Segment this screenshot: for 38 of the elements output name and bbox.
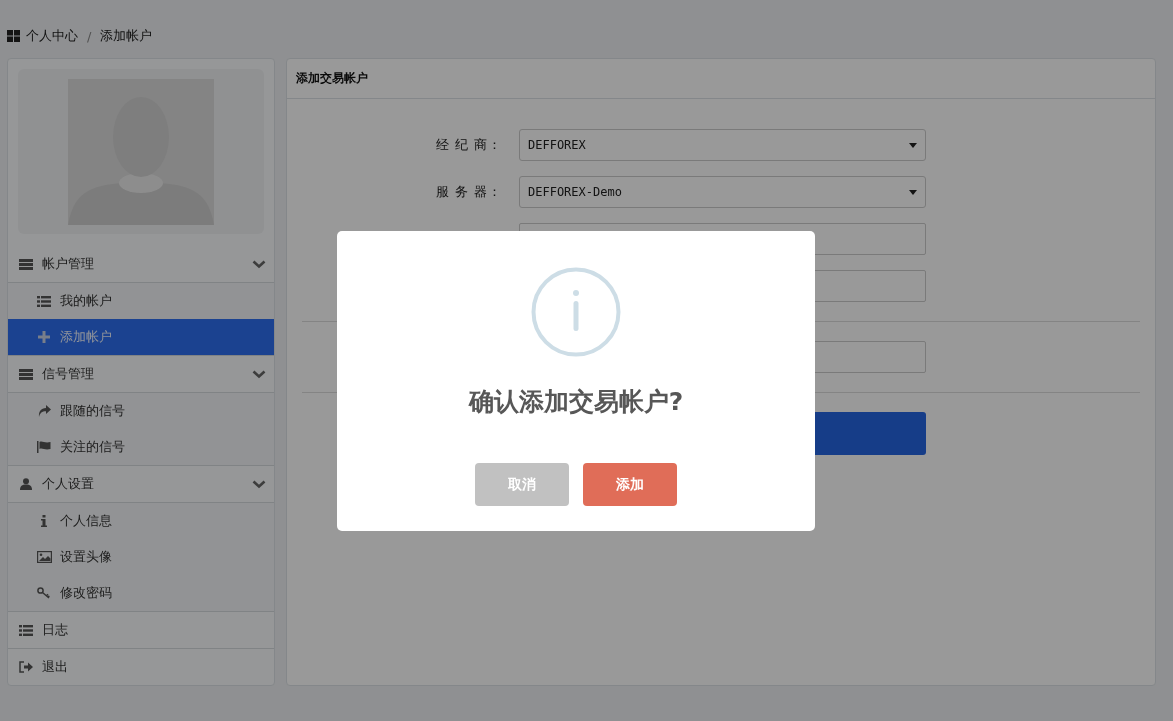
chevron-down-icon[interactable]: [252, 259, 266, 269]
menu-group-item[interactable]: 退出: [8, 649, 274, 685]
field-label: 服 务 器：: [434, 183, 502, 201]
flag-icon: [37, 441, 51, 453]
list-icon: [19, 624, 33, 636]
breadcrumb-item[interactable]: 个人中心: [26, 27, 78, 45]
dialog-title: 确认添加交易帐户?: [468, 386, 684, 418]
menu-item[interactable]: 修改密码: [8, 575, 274, 611]
caret-icon: [909, 142, 917, 148]
list-icon: [19, 368, 33, 380]
grid-icon: [7, 30, 20, 42]
sign-out-icon: [19, 661, 33, 673]
key-icon: [37, 587, 51, 599]
info-icon: [531, 267, 621, 357]
select-field[interactable]: DEFFOREX: [519, 129, 926, 161]
panel-title: 添加交易帐户: [287, 59, 1155, 99]
menu-item[interactable]: 设置头像: [8, 539, 274, 575]
list-icon: [37, 295, 51, 307]
menu-item[interactable]: 个人信息: [8, 503, 274, 539]
menu-item[interactable]: 我的帐户: [8, 283, 274, 319]
share-icon: [37, 405, 51, 417]
user-icon: [20, 478, 32, 490]
menu-item[interactable]: 关注的信号: [8, 429, 274, 465]
menu-item[interactable]: 添加帐户: [8, 319, 274, 355]
confirm-button[interactable]: 添加: [583, 463, 677, 506]
field-label: 经 纪 商：: [434, 136, 502, 154]
image-icon: [36, 551, 52, 563]
info-icon: [41, 515, 47, 527]
menu-group-item[interactable]: 日志: [8, 612, 274, 649]
breadcrumb-item: 添加帐户: [100, 27, 153, 45]
select-field[interactable]: DEFFOREX-Demo: [519, 176, 926, 208]
menu-item[interactable]: 跟随的信号: [8, 393, 274, 429]
chevron-down-icon[interactable]: [252, 479, 266, 489]
list-icon: [19, 258, 33, 270]
breadcrumb-separator: /: [87, 28, 92, 44]
caret-icon: [909, 189, 917, 195]
chevron-down-icon[interactable]: [252, 369, 266, 379]
plus-icon: [38, 331, 50, 343]
